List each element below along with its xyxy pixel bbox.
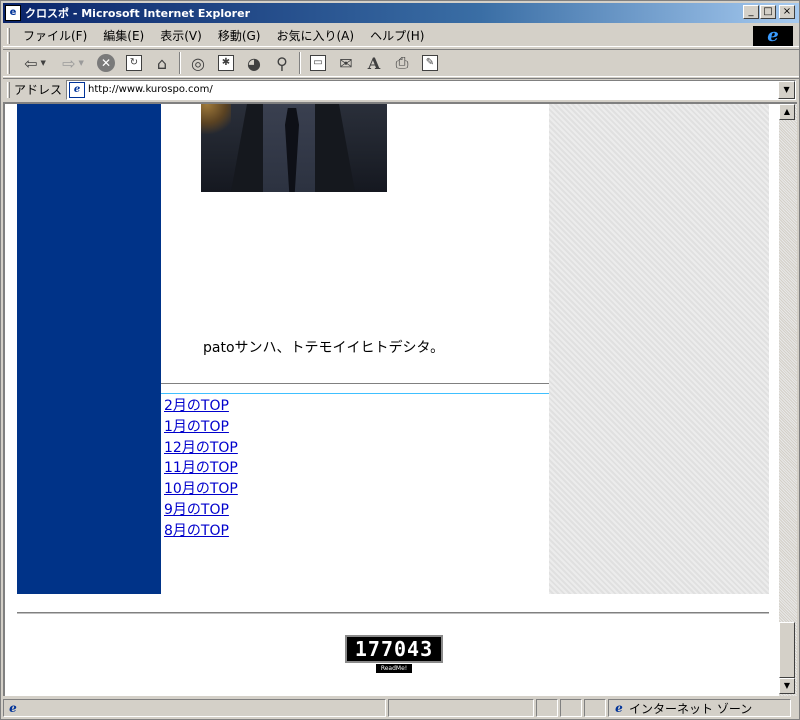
- home-button[interactable]: ⌂: [148, 51, 176, 75]
- person-photo: [201, 104, 387, 192]
- right-sidebar-bar: [549, 104, 769, 594]
- ie-page-icon: e: [5, 5, 21, 21]
- scroll-down-icon[interactable]: ▼: [779, 678, 795, 694]
- toolbar-separator: [299, 52, 301, 74]
- favorites-button[interactable]: ✱: [212, 51, 240, 75]
- window-controls: _ □ ×: [742, 5, 795, 19]
- standard-toolbar: ⇦ ▼ ⇨ ▼ ✕ ↻ ⌂ ◎ ✱ ◕ ⚲ ▭ ✉ A ⎙ ✎: [3, 49, 799, 77]
- address-bar: アドレス e http://www.kurospo.com/ ▼: [3, 78, 799, 100]
- toolbar-separator: [179, 52, 181, 74]
- menu-bar: ファイル(F) 編集(E) 表示(V) 移動(G) お気に入り(A) ヘルプ(H…: [3, 25, 799, 47]
- counter-label[interactable]: ReadMe!: [376, 664, 412, 673]
- mail-button[interactable]: ✉: [332, 51, 360, 75]
- channels-button[interactable]: ⚲: [268, 51, 296, 75]
- refresh-button[interactable]: ↻: [120, 51, 148, 75]
- photo-caption: patoサンハ、トテモイイヒトデシタ。: [203, 340, 445, 356]
- title-bar[interactable]: e クロスポ - Microsoft Internet Explorer _ □…: [3, 3, 799, 23]
- refresh-icon: ↻: [126, 55, 142, 71]
- address-label: アドレス: [14, 83, 63, 97]
- maximize-button[interactable]: □: [760, 5, 776, 19]
- minimize-button[interactable]: _: [743, 5, 759, 19]
- back-button[interactable]: ⇦ ▼: [16, 51, 54, 75]
- status-bar: e e インターネット ゾーン: [3, 698, 799, 718]
- photo-glow: [201, 104, 231, 134]
- window-title: クロスポ - Microsoft Internet Explorer: [25, 7, 250, 20]
- page-viewport: patoサンハ、トテモイイヒトデシタ。 2月のTOP 1月のTOP 12月のTO…: [3, 102, 779, 696]
- search-icon: ◎: [191, 53, 205, 73]
- stop-button[interactable]: ✕: [92, 51, 120, 75]
- fullscreen-button[interactable]: ▭: [304, 51, 332, 75]
- nav-link-sep-top[interactable]: 9月のTOP: [164, 500, 238, 521]
- scroll-up-icon[interactable]: ▲: [779, 104, 795, 120]
- forward-button[interactable]: ⇨ ▼: [54, 51, 92, 75]
- nav-link-oct-top[interactable]: 10月のTOP: [164, 479, 238, 500]
- menu-view[interactable]: 表示(V): [153, 27, 211, 44]
- status-pane: [584, 699, 606, 717]
- font-icon: A: [367, 53, 381, 73]
- status-pane: [536, 699, 558, 717]
- internet-zone-icon: e: [615, 701, 623, 715]
- status-main: e: [3, 699, 386, 717]
- month-nav-list: 2月のTOP 1月のTOP 12月のTOP 11月のTOP 10月のTOP 9月…: [164, 396, 238, 542]
- search-button[interactable]: ◎: [184, 51, 212, 75]
- font-button[interactable]: A: [360, 51, 388, 75]
- menu-edit[interactable]: 編集(E): [96, 27, 153, 44]
- nav-link-dec-top[interactable]: 12月のTOP: [164, 438, 238, 459]
- toolbar-grip[interactable]: [7, 52, 10, 74]
- menu-file[interactable]: ファイル(F): [16, 27, 96, 44]
- address-dropdown-icon[interactable]: ▼: [778, 80, 796, 99]
- left-sidebar-bar: [17, 104, 161, 594]
- photo-lapel-right: [315, 104, 355, 192]
- forward-dropdown-icon[interactable]: ▼: [79, 59, 84, 67]
- nav-link-aug-top[interactable]: 8月のTOP: [164, 521, 238, 542]
- status-pane: [560, 699, 582, 717]
- forward-icon: ⇨: [62, 53, 76, 73]
- address-grip[interactable]: [7, 81, 10, 98]
- status-progress-pane: [388, 699, 534, 717]
- access-counter[interactable]: 177043: [345, 635, 443, 663]
- status-page-icon: e: [9, 701, 17, 715]
- fullscreen-icon: ▭: [310, 55, 326, 71]
- print-icon: ⎙: [395, 53, 409, 72]
- channels-icon: ⚲: [276, 53, 288, 73]
- scroll-thumb[interactable]: [779, 622, 795, 678]
- mail-icon: ✉: [339, 53, 353, 73]
- back-dropdown-icon[interactable]: ▼: [41, 59, 46, 67]
- divider-accent: [161, 393, 549, 394]
- vertical-scrollbar[interactable]: ▲ ▼: [779, 102, 797, 696]
- page-icon: e: [69, 81, 86, 98]
- nav-link-feb-top[interactable]: 2月のTOP: [164, 396, 238, 417]
- home-icon: ⌂: [156, 53, 168, 73]
- edit-icon: ✎: [422, 55, 438, 71]
- print-button[interactable]: ⎙: [388, 51, 416, 75]
- stop-icon: ✕: [97, 54, 115, 72]
- menu-go[interactable]: 移動(G): [211, 27, 270, 44]
- status-zone: e インターネット ゾーン: [608, 699, 791, 717]
- divider-bottom: [17, 612, 769, 614]
- menu-grip[interactable]: [7, 27, 10, 44]
- address-url[interactable]: http://www.kurospo.com/: [88, 84, 213, 95]
- nav-link-nov-top[interactable]: 11月のTOP: [164, 458, 238, 479]
- back-icon: ⇦: [24, 53, 38, 73]
- menu-help[interactable]: ヘルプ(H): [363, 27, 433, 44]
- close-button[interactable]: ×: [779, 5, 795, 19]
- history-icon: ◕: [247, 53, 261, 73]
- menu-favorites[interactable]: お気に入り(A): [269, 27, 363, 44]
- divider-top: [161, 383, 549, 384]
- nav-link-jan-top[interactable]: 1月のTOP: [164, 417, 238, 438]
- ie-logo-icon: e: [753, 26, 793, 46]
- history-button[interactable]: ◕: [240, 51, 268, 75]
- browser-window: e クロスポ - Microsoft Internet Explorer _ □…: [0, 0, 800, 720]
- address-input[interactable]: e http://www.kurospo.com/ ▼: [66, 79, 797, 100]
- favorites-icon: ✱: [218, 55, 234, 71]
- zone-text: インターネット ゾーン: [629, 701, 753, 716]
- counter-digits: 177043: [354, 637, 434, 661]
- edit-button[interactable]: ✎: [416, 51, 444, 75]
